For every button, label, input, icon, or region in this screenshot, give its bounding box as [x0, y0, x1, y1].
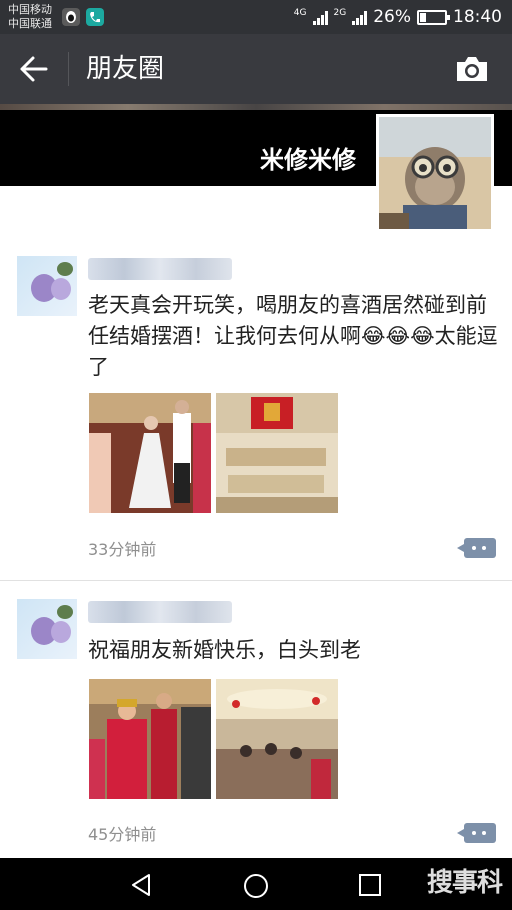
post-timestamp: 45分钟前 — [88, 825, 157, 844]
carrier-info: 中国移动 中国联通 — [8, 3, 52, 31]
signal-strength-icon-2 — [352, 10, 368, 25]
camera-icon[interactable] — [454, 54, 490, 84]
post-photo[interactable] — [216, 393, 338, 513]
post-text: 祝福朋友新婚快乐，白头到老 — [88, 638, 361, 662]
home-circle-icon[interactable] — [242, 872, 270, 904]
status-bar: 中国移动 中国联通 4G 2G 26% 18:40 — [0, 0, 512, 34]
nav-divider — [68, 52, 69, 86]
top-navigation-bar: 朋友圈 — [0, 34, 512, 104]
network-type-2: 2G — [333, 7, 347, 18]
post-text: 老天真会开玩笑，喝朋友的喜酒居然碰到前任结婚摆酒！让我何去何从啊😂😂😂太能逗了 — [88, 293, 498, 379]
qq-notification-icon — [62, 8, 80, 26]
comment-icon[interactable] — [457, 538, 496, 558]
cover-image-strip — [0, 104, 512, 110]
battery-icon — [417, 9, 450, 25]
signal-strength-icon — [312, 10, 328, 25]
watermark-logo: 搜事科 — [426, 862, 503, 899]
back-triangle-icon[interactable] — [128, 872, 154, 902]
moment-post: 祝福朋友新婚快乐，白头到老 45分钟前 — [0, 581, 512, 858]
network-type-1: 4G — [293, 7, 307, 18]
clock: 18:40 — [453, 7, 502, 27]
post-timestamp: 33分钟前 — [88, 540, 157, 559]
post-photo[interactable] — [89, 679, 211, 799]
post-photo[interactable] — [216, 679, 338, 799]
carrier-2: 中国联通 — [8, 17, 52, 30]
comment-icon[interactable] — [457, 823, 496, 843]
profile-name: 米修米修 — [260, 146, 356, 174]
friend-name-blurred[interactable] — [88, 601, 232, 623]
status-indicators: 4G 2G 26% 18:40 — [294, 6, 502, 28]
friend-avatar[interactable] — [17, 256, 77, 316]
page-title: 朋友圈 — [86, 54, 165, 84]
phone-app-notification-icon — [86, 8, 104, 26]
battery-percent: 26% — [373, 7, 411, 27]
recents-square-icon[interactable] — [357, 872, 383, 902]
friend-name-blurred[interactable] — [88, 258, 232, 280]
back-arrow-icon[interactable] — [18, 54, 50, 84]
moment-post: 老天真会开玩笑，喝朋友的喜酒居然碰到前任结婚摆酒！让我何去何从啊😂😂😂太能逗了 … — [0, 186, 512, 581]
friend-avatar[interactable] — [17, 599, 77, 659]
watermark-text: 搜事科 — [426, 868, 503, 898]
post-photo[interactable] — [89, 393, 211, 513]
carrier-1: 中国移动 — [8, 3, 52, 16]
